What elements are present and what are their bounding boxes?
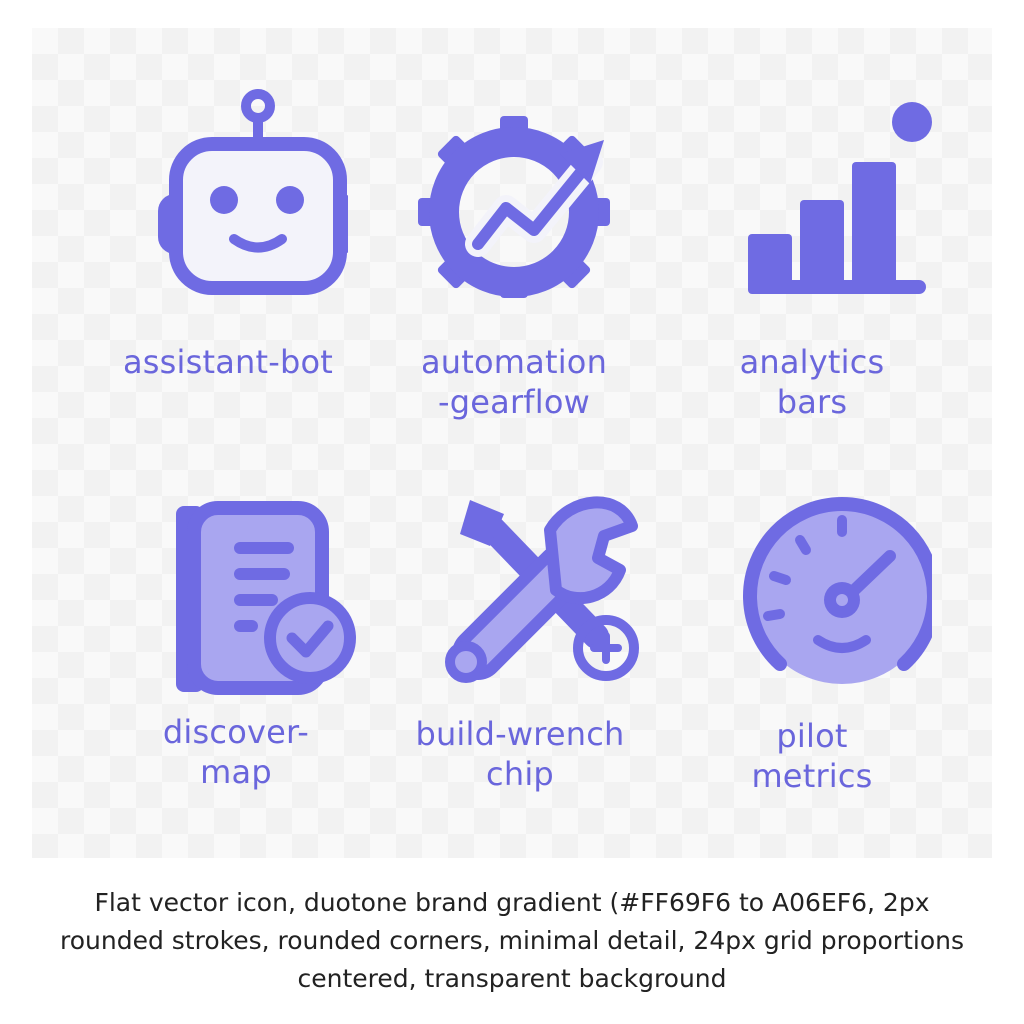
label-assistant-bot: assistant-bot: [122, 343, 334, 381]
caption-line-2: rounded strokes, rounded corners, minima…: [60, 926, 964, 955]
gear-trend-icon: [418, 116, 610, 298]
speedometer-icon: [743, 497, 932, 684]
document-check-icon: [176, 501, 356, 695]
label-discover-map: discover- map: [162, 713, 310, 791]
label-automation-gearflow: automation -gearflow: [420, 343, 608, 421]
prompt-caption: Flat vector icon, duotone brand gradient…: [0, 884, 1024, 998]
label-analytics-bars: analytics bars: [739, 343, 885, 421]
icon-tile-assistant-bot: assistant-bot: [78, 84, 378, 382]
icon-tile-automation-gearflow: automation -gearflow: [364, 84, 664, 422]
icon-tile-build-wrench-chip: build-wrench chip: [370, 486, 670, 794]
label-build-wrench-chip: build-wrench chip: [415, 715, 625, 793]
icon-tile-pilot-metrics: pilot metrics: [662, 494, 962, 796]
icon-tile-analytics-bars: analytics bars: [662, 84, 962, 422]
robot-icon: [158, 89, 348, 295]
caption-line-1: Flat vector icon, duotone brand gradient…: [94, 888, 930, 917]
caption-line-3: centered, transparent background: [297, 964, 727, 993]
label-pilot-metrics: pilot metrics: [751, 717, 873, 795]
wrench-screwdriver-icon: [445, 496, 639, 683]
icon-tile-discover-map: discover- map: [86, 498, 386, 792]
bar-chart-icon: [748, 102, 932, 294]
